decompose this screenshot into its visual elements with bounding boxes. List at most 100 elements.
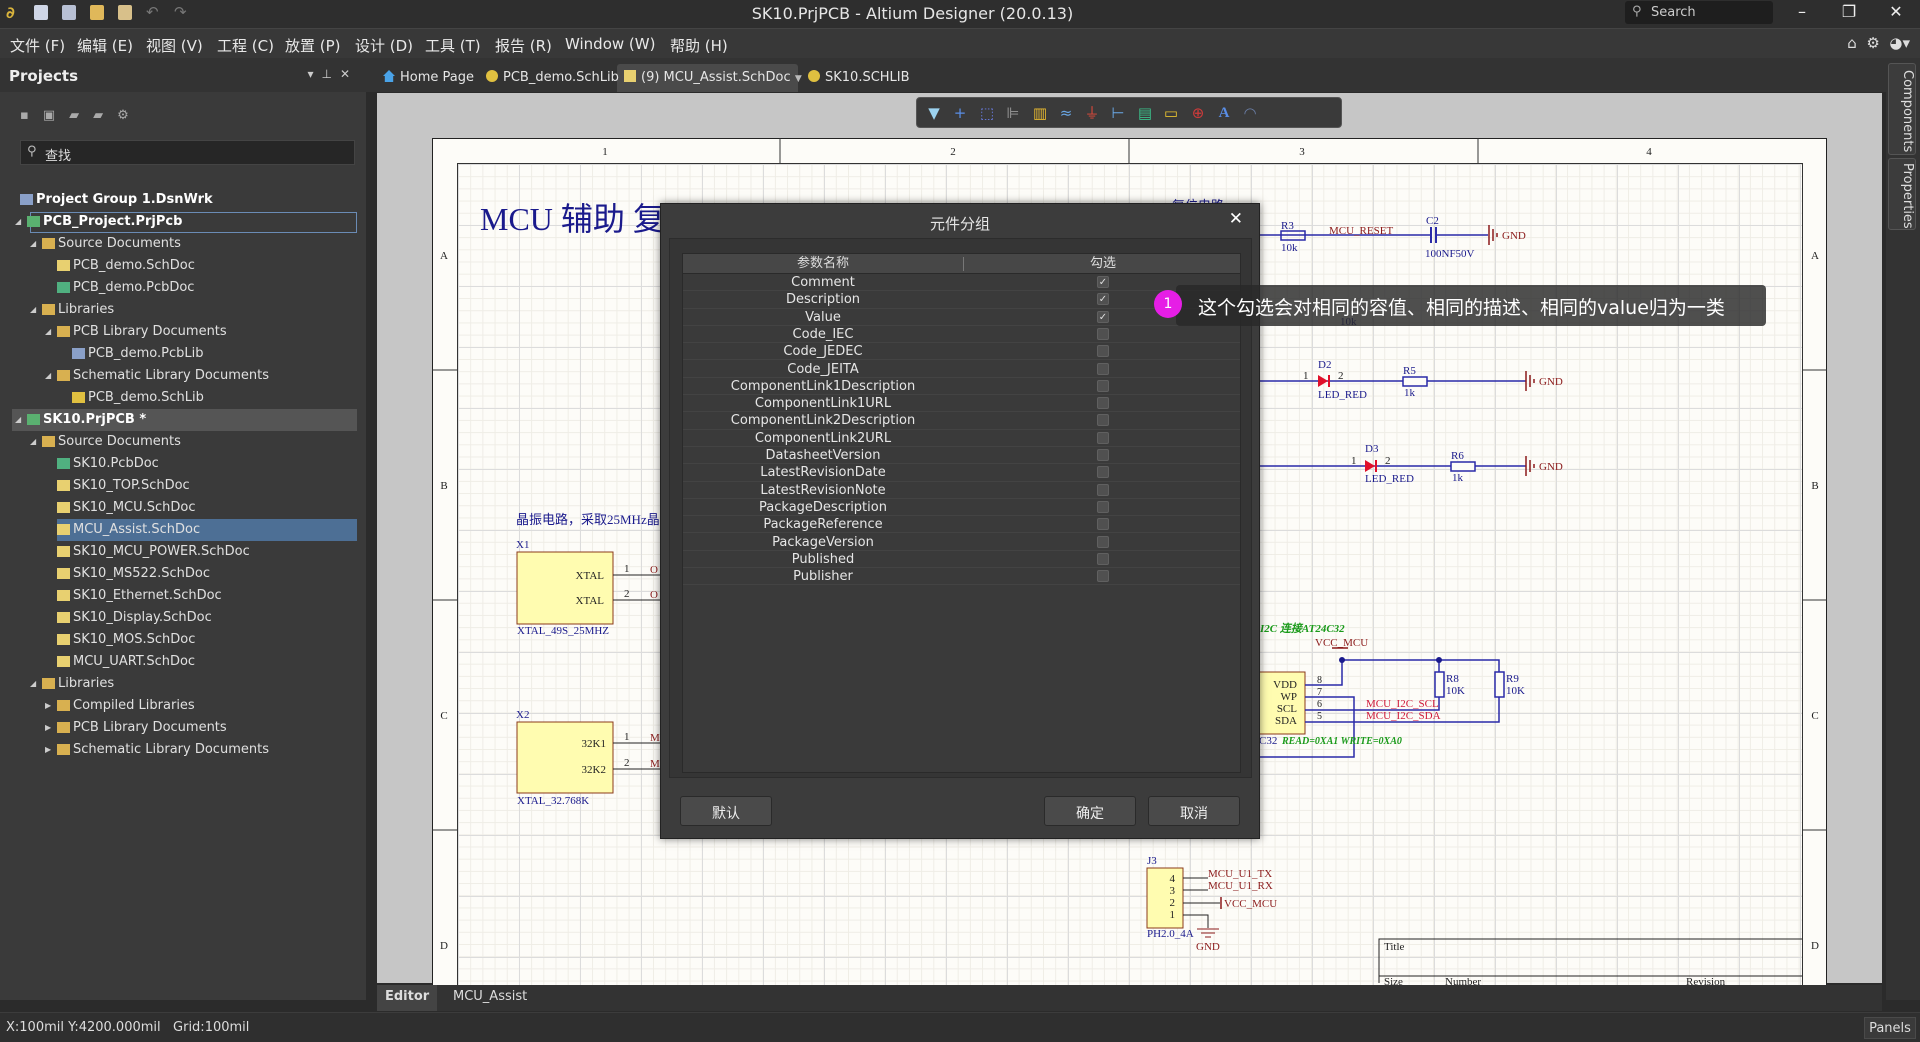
crosshair-icon[interactable]: + xyxy=(949,102,971,124)
parameter-row[interactable]: ComponentLink1Description xyxy=(683,378,1240,396)
menu-design[interactable]: 设计 (D) xyxy=(355,35,413,56)
tree-item[interactable]: ◢ Schematic Library Documents xyxy=(12,365,357,387)
collapse-arrow-icon[interactable]: ◢ xyxy=(15,211,21,233)
sheet-symbol-icon[interactable]: ▤ xyxy=(1134,102,1156,124)
tree-item[interactable]: PCB_demo.SchDoc xyxy=(12,255,357,277)
parameter-checkbox[interactable]: ✓ xyxy=(1097,293,1109,306)
tree-item[interactable]: SK10_MS522.SchDoc xyxy=(12,563,357,585)
cancel-button[interactable]: 取消 xyxy=(1148,796,1240,826)
tree-item[interactable]: MCU_Assist.SchDoc xyxy=(12,519,357,541)
tab-editor[interactable]: Editor xyxy=(377,985,438,1011)
tree-item[interactable]: SK10_MCU.SchDoc xyxy=(12,497,357,519)
collapse-arrow-icon[interactable]: ◢ xyxy=(30,673,36,695)
tree-item[interactable]: SK10_MCU_POWER.SchDoc xyxy=(12,541,357,563)
parameter-row[interactable]: Code_JEITA xyxy=(683,361,1240,378)
parameter-row[interactable]: PackageDescription xyxy=(683,499,1240,517)
parameter-checkbox[interactable] xyxy=(1097,397,1109,410)
harness-icon[interactable]: ⊢ xyxy=(1107,102,1129,124)
close-button[interactable]: ✕ xyxy=(1881,2,1911,21)
parameter-row[interactable]: Comment ✓ xyxy=(683,274,1240,292)
menu-view[interactable]: 视图 (V) xyxy=(146,35,203,56)
collapse-arrow-icon[interactable]: ◢ xyxy=(30,299,36,321)
menu-edit[interactable]: 编辑 (E) xyxy=(77,35,133,56)
tree-item[interactable]: PCB_demo.PcbLib xyxy=(12,343,357,365)
column-header-name[interactable]: 参数名称 xyxy=(683,254,963,274)
tree-item[interactable]: SK10_Ethernet.SchDoc xyxy=(12,585,357,607)
tab-mcu-assist-schdoc[interactable]: (9) MCU_Assist.SchDoc ▼ xyxy=(624,65,802,91)
tab-home-page[interactable]: Home Page xyxy=(383,65,474,91)
close-icon[interactable]: ✕ xyxy=(1229,209,1243,229)
menu-place[interactable]: 放置 (P) xyxy=(285,35,341,56)
menu-help[interactable]: 帮助 (H) xyxy=(670,35,728,56)
parameter-checkbox[interactable] xyxy=(1097,500,1109,513)
collapse-arrow-icon[interactable]: ◢ xyxy=(45,365,51,387)
tree-item[interactable]: SK10.PcbDoc xyxy=(12,453,357,475)
parameter-checkbox[interactable] xyxy=(1097,362,1109,375)
parameter-checkbox[interactable] xyxy=(1097,570,1109,583)
parameter-checkbox[interactable] xyxy=(1097,466,1109,479)
tab-pcb-demo-schlib[interactable]: PCB_demo.SchLib xyxy=(486,65,619,91)
tree-item[interactable]: PCB_demo.PcbDoc xyxy=(12,277,357,299)
parameter-checkbox[interactable] xyxy=(1097,431,1109,444)
default-button[interactable]: 默认 xyxy=(680,796,772,826)
tree-item[interactable]: ◢ Libraries xyxy=(12,673,357,695)
align-icon[interactable]: ⊫ xyxy=(1002,102,1024,124)
tree-item[interactable]: ▶ Schematic Library Documents xyxy=(12,739,357,761)
tree-item[interactable]: ◢ PCB Library Documents xyxy=(12,321,357,343)
tree-item[interactable]: ◢ Libraries xyxy=(12,299,357,321)
parameter-checkbox[interactable] xyxy=(1097,379,1109,392)
search-box[interactable]: ⚲ Search xyxy=(1625,1,1773,24)
gear-icon[interactable]: ⚙ xyxy=(1866,34,1879,52)
tree-item[interactable]: PCB_demo.SchLib xyxy=(12,387,357,409)
parameter-row[interactable]: Published xyxy=(683,551,1240,569)
minimize-button[interactable]: – xyxy=(1787,2,1817,21)
parameter-row[interactable]: PackageVersion xyxy=(683,534,1240,551)
parameter-checkbox[interactable] xyxy=(1097,552,1109,565)
parameter-checkbox[interactable] xyxy=(1097,414,1109,427)
restore-button[interactable]: ❐ xyxy=(1834,2,1864,21)
parameter-checkbox[interactable] xyxy=(1097,327,1109,340)
parameter-row[interactable]: Code_IEC xyxy=(683,326,1240,344)
parameter-row[interactable]: ComponentLink2URL xyxy=(683,430,1240,447)
expand-arrow-icon[interactable]: ▶ xyxy=(45,695,51,717)
menu-reports[interactable]: 报告 (R) xyxy=(495,35,552,56)
parameter-checkbox[interactable] xyxy=(1097,345,1109,358)
panel-controls[interactable]: ▾⊥✕ xyxy=(307,67,358,81)
column-header-check[interactable]: 勾选 xyxy=(964,254,1242,274)
menu-project[interactable]: 工程 (C) xyxy=(217,35,274,56)
compile-icon[interactable]: ▣ xyxy=(43,108,69,123)
collapse-arrow-icon[interactable]: ◢ xyxy=(30,233,36,255)
folder-icon[interactable]: ▰ xyxy=(93,108,117,123)
collapse-arrow-icon[interactable]: ◢ xyxy=(30,431,36,453)
expand-arrow-icon[interactable]: ▶ xyxy=(45,739,51,761)
parameter-row[interactable]: ComponentLink2Description xyxy=(683,412,1240,430)
tree-item[interactable]: ◢ PCB_Project.PrjPcb xyxy=(12,211,357,233)
bus-icon[interactable]: ≈ xyxy=(1055,102,1077,124)
parameter-checkbox[interactable] xyxy=(1097,483,1109,496)
parameter-row[interactable]: Publisher xyxy=(683,568,1240,586)
tab-mcu-assist[interactable]: MCU_Assist xyxy=(445,985,535,1011)
component-icon[interactable]: ▥ xyxy=(1029,102,1051,124)
parameter-row[interactable]: LatestRevisionNote xyxy=(683,482,1240,499)
port-icon[interactable]: ▭ xyxy=(1160,102,1182,124)
tree-item[interactable]: MCU_UART.SchDoc xyxy=(12,651,357,673)
collapse-arrow-icon[interactable]: ◢ xyxy=(15,409,21,431)
menu-file[interactable]: 文件 (F) xyxy=(10,35,65,56)
folder-open-icon[interactable]: ▰ xyxy=(69,108,93,123)
tree-item[interactable]: SK10_MOS.SchDoc xyxy=(12,629,357,651)
expand-arrow-icon[interactable]: ▶ xyxy=(45,717,51,739)
chevron-down-icon[interactable]: ▼ xyxy=(795,74,802,84)
parameter-row[interactable]: DatasheetVersion xyxy=(683,447,1240,465)
tree-item[interactable]: SK10_TOP.SchDoc xyxy=(12,475,357,497)
tab-sk10-schlib[interactable]: SK10.SCHLIB xyxy=(808,65,910,91)
parameter-checkbox[interactable] xyxy=(1097,449,1109,461)
parameter-row[interactable]: ComponentLink1URL xyxy=(683,395,1240,413)
tree-item[interactable]: ▶ PCB Library Documents xyxy=(12,717,357,739)
settings-icon[interactable]: ⚙ xyxy=(117,108,143,123)
text-icon[interactable]: A xyxy=(1213,102,1235,124)
parameter-checkbox[interactable] xyxy=(1097,535,1109,548)
parameter-checkbox[interactable]: ✓ xyxy=(1097,310,1109,323)
components-panel-tab[interactable]: Components xyxy=(1888,63,1916,155)
tree-item[interactable]: ◢ SK10.PrjPCB * xyxy=(12,409,357,431)
parameter-row[interactable]: Code_JEDEC xyxy=(683,343,1240,361)
